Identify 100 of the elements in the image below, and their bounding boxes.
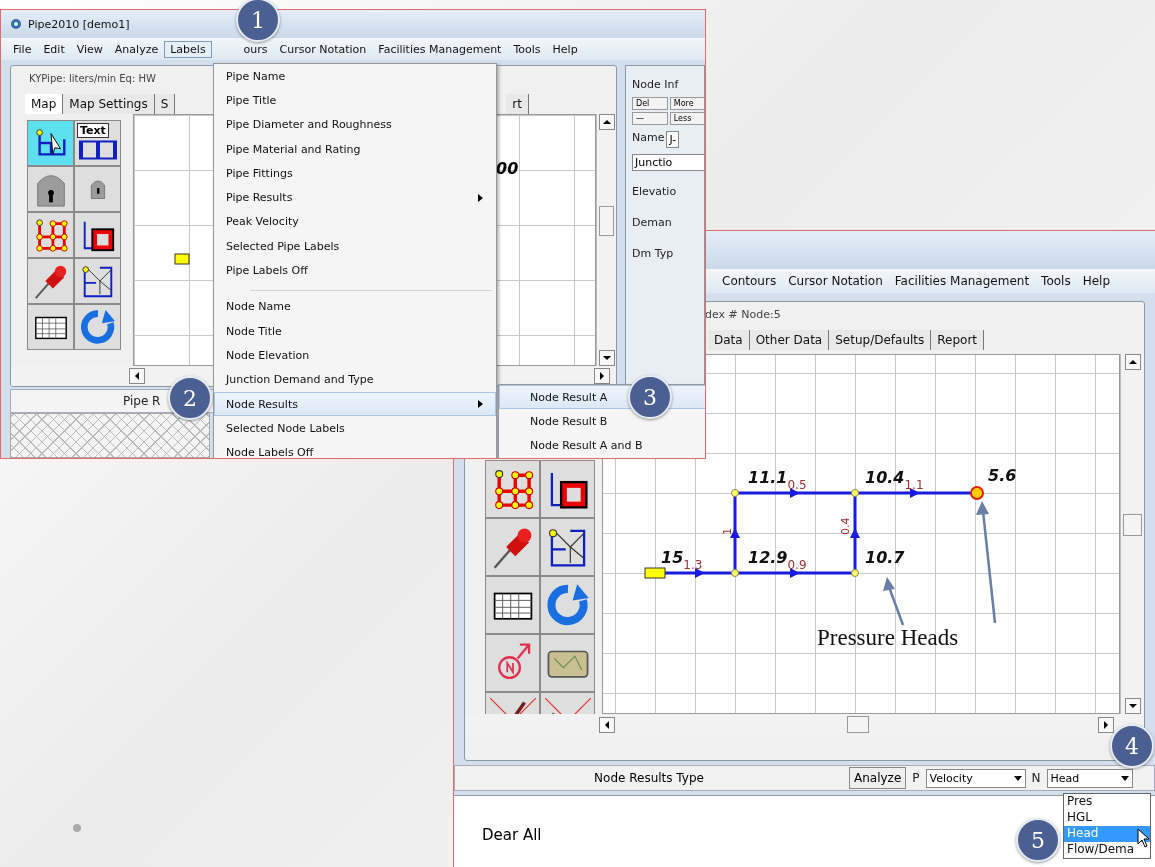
scroll-left-button[interactable]	[599, 717, 615, 733]
scroll-right-button[interactable]	[1098, 717, 1114, 733]
tool-button[interactable]	[74, 258, 121, 304]
menu-option[interactable]: Pipe Diameter and Roughness	[214, 112, 496, 137]
node-button[interactable]: —	[632, 112, 668, 125]
menu-item[interactable]: Cursor Notation	[273, 40, 373, 58]
menu-option[interactable]: Node Results	[214, 391, 496, 417]
scroll-left-icon	[133, 372, 141, 380]
menu-option[interactable]: Node Labels Off	[214, 440, 496, 458]
menu-item[interactable]: Contours	[716, 272, 783, 290]
menu-option[interactable]: Peak Velocity	[214, 209, 496, 235]
tool-button[interactable]	[27, 304, 74, 350]
app-icon	[9, 17, 23, 31]
name-label: Name	[632, 131, 665, 146]
pipe-result-label: 15$_{1.3}$	[661, 548, 703, 572]
menu-option[interactable]: Pipe Labels Off	[214, 258, 496, 283]
menu-item[interactable]: Cursor Notation	[782, 272, 889, 290]
scrollbar-thumb[interactable]	[599, 206, 614, 236]
menu-item[interactable]: Edit	[37, 40, 71, 58]
node-result-label: 10.7	[865, 548, 905, 567]
scroll-up-button[interactable]	[1124, 354, 1141, 370]
scroll-left-icon	[603, 721, 611, 729]
menu-item[interactable]: Facilities Management	[372, 40, 508, 58]
scroll-right-icon	[598, 372, 606, 380]
tab[interactable]: Data	[708, 330, 750, 350]
units-label: KYPipe: liters/min Eq: HW	[28, 71, 156, 86]
scrollbar-thumb[interactable]	[1123, 514, 1142, 536]
menu-item[interactable]: Tools	[507, 40, 547, 58]
scroll-down-button[interactable]	[598, 350, 615, 366]
menu-option[interactable]: Pipe Name	[214, 64, 496, 89]
menu-option[interactable]: Selected Node Labels	[214, 416, 496, 441]
status-title: Node Results Type	[593, 771, 705, 785]
tool-button[interactable]	[27, 120, 74, 166]
node-button[interactable]: More	[669, 97, 704, 110]
node-button[interactable]: Del	[632, 97, 668, 110]
menu-option[interactable]: Pipe Title	[214, 88, 496, 113]
submenu-arrow-icon	[478, 193, 483, 202]
menu-option[interactable]: Junction Demand and Type	[214, 367, 496, 392]
menu-item[interactable]: Help	[546, 40, 584, 58]
text-tool-button[interactable]: Text	[74, 120, 121, 166]
menu-item[interactable]: Tools	[1035, 272, 1077, 290]
window-title: Pipe2010 [demo1]	[28, 17, 130, 31]
tool-button[interactable]	[540, 460, 595, 518]
scroll-right-button[interactable]	[594, 368, 610, 384]
flow-label: 1	[721, 528, 734, 535]
menu-option[interactable]: Selected Pipe Labels	[214, 234, 496, 259]
dropdown-arrow-icon	[1120, 775, 1129, 781]
menu-option[interactable]: Node Title	[214, 318, 496, 344]
tab[interactable]: Map Settings	[63, 94, 155, 114]
scroll-right-icon	[1102, 721, 1110, 729]
tab[interactable]: S	[154, 94, 176, 114]
node-result-label: 5.6	[988, 466, 1017, 485]
tab[interactable]: Setup/Defaults	[829, 330, 932, 350]
submenu-arrow-icon	[478, 400, 483, 408]
menu-option[interactable]: Node Name	[214, 294, 496, 319]
menu-item[interactable]: View	[70, 40, 109, 58]
node-button[interactable]: Less	[669, 112, 704, 125]
submenu-option[interactable]: Node Result A and B	[499, 433, 705, 458]
node-type-field[interactable]: Junctio	[632, 154, 704, 171]
tool-button[interactable]	[540, 518, 595, 576]
reservoir-icon	[174, 253, 190, 265]
pipe-result-select[interactable]: Velocity	[925, 768, 1026, 788]
p-label: P	[912, 771, 920, 785]
tool-button[interactable]	[74, 212, 121, 258]
menu-option[interactable]: Node Elevation	[214, 343, 496, 368]
tab[interactable]: rt	[506, 94, 529, 114]
tab[interactable]: Other Data	[749, 330, 830, 350]
refresh-icon	[78, 308, 117, 346]
menu-item[interactable]: File	[7, 40, 38, 58]
pipe-result-label: 11.1$_{0.5}$	[748, 468, 807, 492]
pipe-result-label: 12.9$_{0.9}$	[748, 548, 807, 572]
menu-item[interactable]: ours	[237, 40, 274, 58]
n-label: N	[1031, 771, 1041, 785]
menu-item[interactable]: Help	[1076, 272, 1116, 290]
dropdown-arrow-icon	[1013, 775, 1022, 781]
scrollbar-thumb[interactable]	[847, 716, 869, 733]
scroll-down-button[interactable]	[1124, 698, 1141, 714]
tool-button[interactable]	[27, 166, 74, 212]
scroll-up-button[interactable]	[598, 114, 615, 130]
tab[interactable]: Map	[25, 94, 64, 114]
scroll-up-icon	[602, 118, 611, 126]
annotation-text: Pressure Heads	[817, 625, 959, 651]
menu-item[interactable]: Analyze	[108, 40, 165, 58]
bullet-icon	[73, 824, 81, 832]
tab[interactable]: Report	[931, 330, 985, 350]
node-index-label: dex # Node:5	[704, 306, 781, 323]
tool-button[interactable]	[485, 576, 540, 634]
menu-item[interactable]: Labels	[164, 40, 212, 58]
scroll-up-icon	[1128, 358, 1137, 366]
analyze-button[interactable]: Analyze	[849, 767, 907, 789]
menu-option[interactable]: Pipe Results	[214, 185, 496, 210]
name-field[interactable]: J-	[666, 131, 680, 148]
node-result-select[interactable]: Head	[1046, 768, 1133, 788]
refresh-icon	[544, 582, 591, 628]
menu-item[interactable]: Facilities Management	[888, 272, 1036, 290]
scroll-left-button[interactable]	[129, 368, 145, 384]
menu-option[interactable]: Pipe Material and Rating	[214, 136, 496, 162]
message-text: Dear All	[482, 826, 542, 844]
field-label: Dm Typ	[632, 247, 675, 260]
menu-option[interactable]: Pipe Fittings	[214, 161, 496, 186]
